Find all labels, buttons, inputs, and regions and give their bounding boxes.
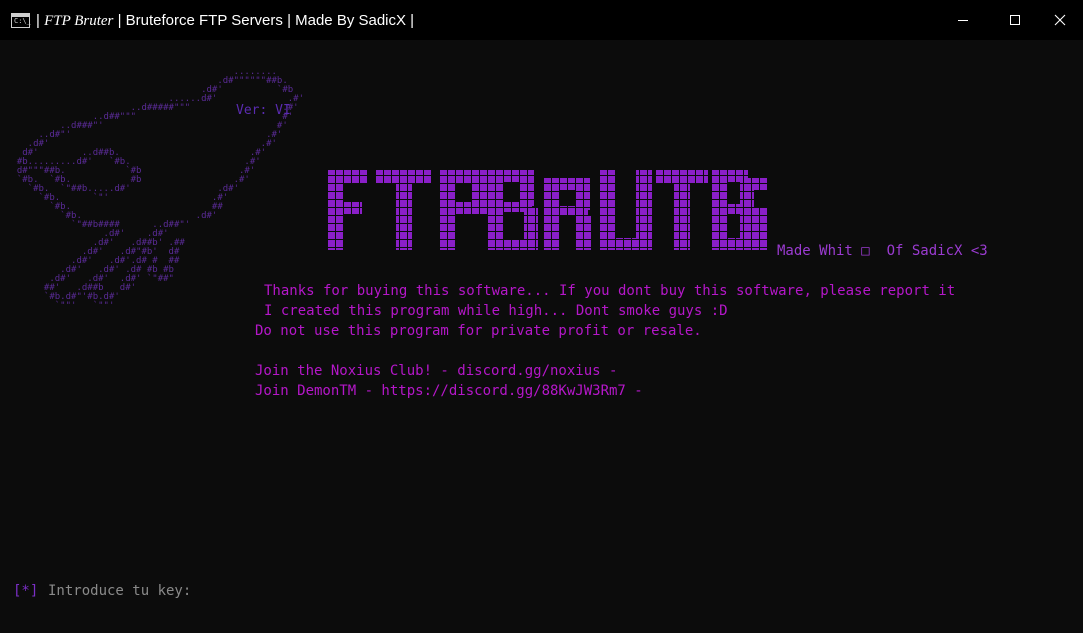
close-icon [1054,14,1066,26]
console-icon-glyph: C:\_ [14,17,31,25]
console-app-icon[interactable]: C:\_ [11,13,31,28]
close-button[interactable] [1037,0,1083,40]
key-prompt-input[interactable]: Introduce tu key: [48,582,191,600]
window-title: | FTP Bruter | Bruteforce FTP Servers | … [36,11,414,31]
made-by-credit: Made Whit □ Of SadicX <3 [777,243,988,259]
minimize-button[interactable] [940,0,986,40]
title-bar[interactable]: C:\_ | FTP Bruter | Bruteforce FTP Serve… [0,0,1083,40]
console-line-created: I created this program while high... Don… [264,303,728,319]
console-line-noxius: Join the Noxius Club! - discord.gg/noxiu… [255,363,618,379]
console-line-no-resale: Do not use this program for private prof… [255,323,702,339]
title-prefix: | [36,12,40,29]
console-line-demontm: Join DemonTM - https://discord.gg/88KwJW… [255,383,643,399]
console-output: ........ .d#""""""##b. .d#' `#b ......d#… [0,40,1083,633]
console-line-thanks: Thanks for buying this software... If yo… [264,283,956,299]
maximize-button[interactable] [992,0,1038,40]
ftp-bruter-logo [328,170,768,250]
version-label: Ver: VI [236,103,291,118]
prompt-marker: [*] [13,583,39,599]
title-rest: | Bruteforce FTP Servers | Made By Sadic… [117,12,415,29]
title-app-name: FTP Bruter [44,13,114,29]
console-window: C:\_ | FTP Bruter | Bruteforce FTP Serve… [0,0,1083,633]
